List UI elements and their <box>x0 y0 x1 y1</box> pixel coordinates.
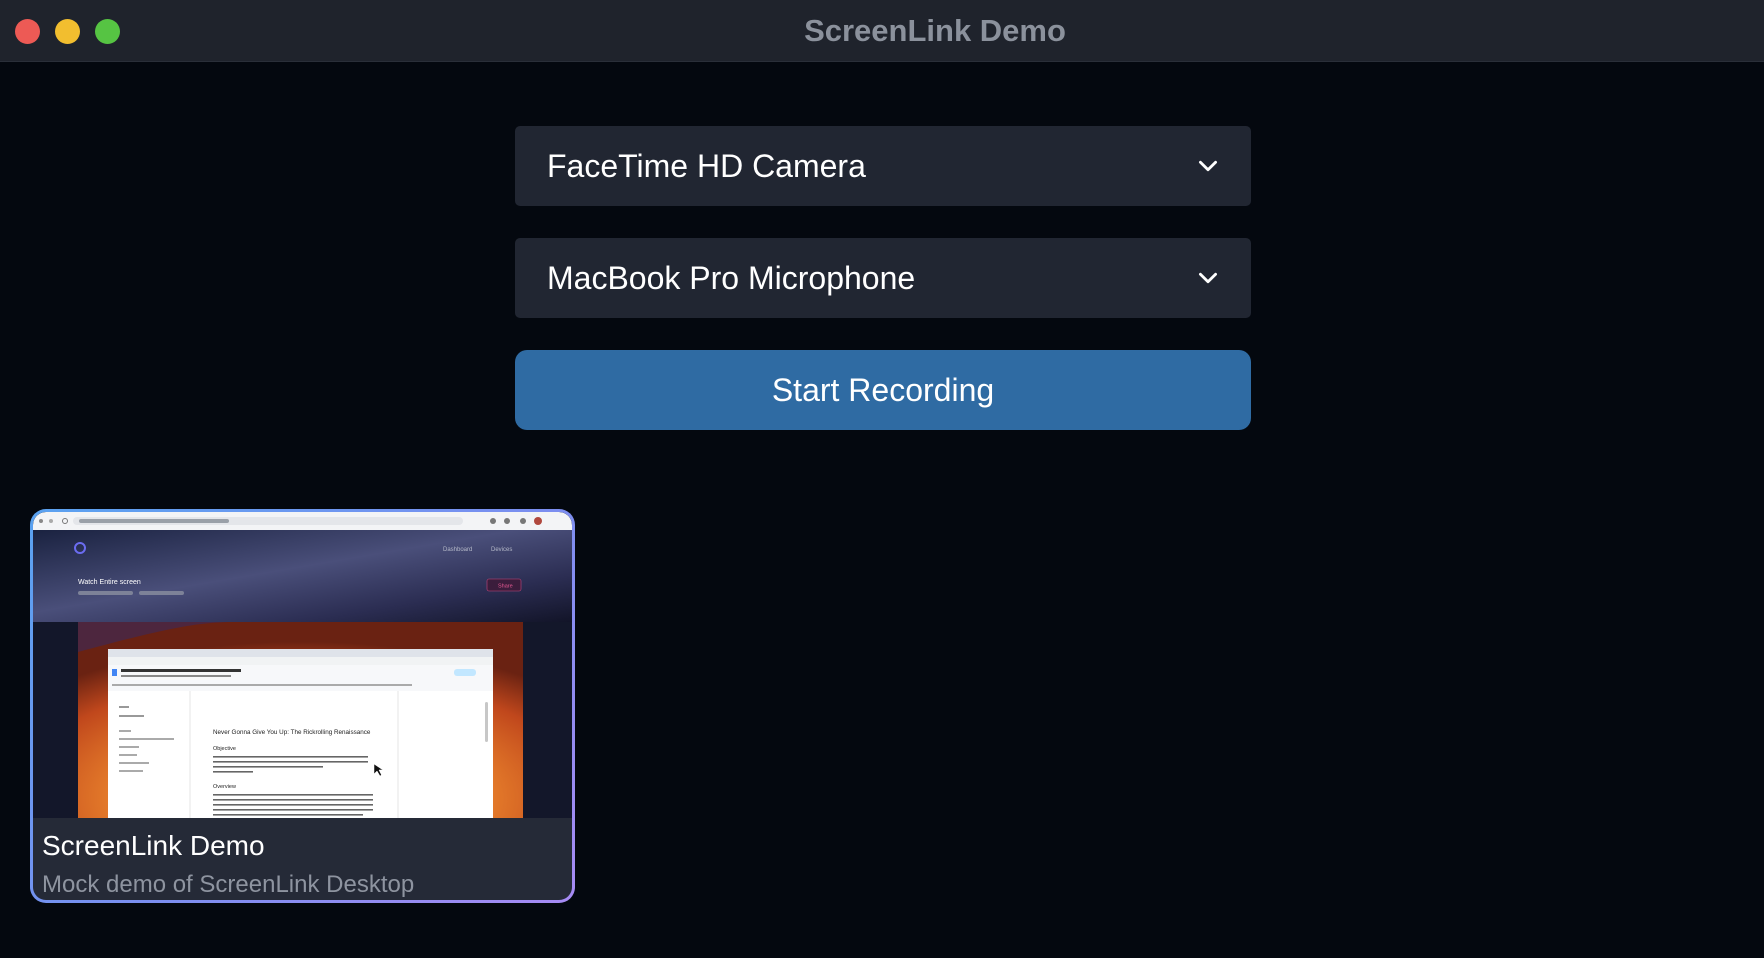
camera-select-value: FaceTime HD Camera <box>547 148 866 184</box>
recording-description: Mock demo of ScreenLink Desktop <box>42 871 415 898</box>
maximize-window-button[interactable] <box>95 19 120 44</box>
thumb-video-title: Watch Entire screen <box>78 579 141 586</box>
recording-thumbnail: Dashboard Devices Watch Entire screen Sh… <box>33 512 572 818</box>
title-bar: ScreenLink Demo <box>0 0 1764 62</box>
thumb-doc-heading-overview: Overview <box>213 784 236 790</box>
chevron-down-icon <box>1199 272 1217 284</box>
chevron-down-icon <box>1199 160 1217 172</box>
camera-select[interactable]: FaceTime HD Camera <box>515 126 1251 206</box>
recording-title: ScreenLink Demo <box>42 830 265 861</box>
close-window-button[interactable] <box>15 19 40 44</box>
minimize-window-button[interactable] <box>55 19 80 44</box>
thumb-back-icon <box>39 519 43 523</box>
recording-card-body: Dashboard Devices Watch Entire screen Sh… <box>33 512 572 900</box>
thumb-nav-devices: Devices <box>491 547 512 553</box>
window-title: ScreenLink Demo <box>804 13 1066 48</box>
microphone-select[interactable]: MacBook Pro Microphone <box>515 238 1251 318</box>
thumb-doc-title: Never Gonna Give You Up: The Rickrolling… <box>213 729 371 736</box>
thumb-nav-dashboard: Dashboard <box>443 547 472 553</box>
thumb-forward-icon <box>49 519 53 523</box>
start-recording-button[interactable]: Start Recording <box>515 350 1251 430</box>
thumb-share-label: Share <box>498 584 513 590</box>
thumb-doc-heading-objective: Objective <box>213 746 236 752</box>
recording-card[interactable]: Dashboard Devices Watch Entire screen Sh… <box>30 509 575 903</box>
microphone-select-value: MacBook Pro Microphone <box>547 260 916 296</box>
